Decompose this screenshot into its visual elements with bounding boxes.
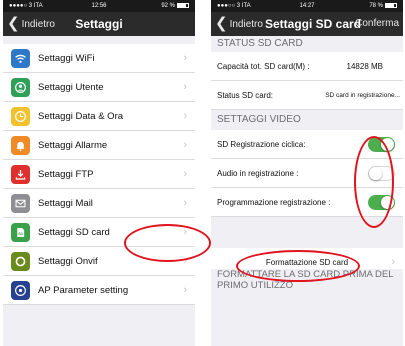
settings-item-label: Settaggi SD card <box>38 226 110 238</box>
toggle-knob <box>369 167 382 180</box>
battery-label: 78 % <box>369 3 383 9</box>
settings-item-label: Settaggi Allarme <box>38 139 108 151</box>
chevron-right-icon: › <box>183 255 187 267</box>
toggle-knob <box>381 196 394 209</box>
chevron-right-icon: › <box>183 110 187 122</box>
toggle-row-audio: Audio in registrazione : <box>211 159 403 188</box>
chevron-right-icon: › <box>183 168 187 180</box>
format-sd-button[interactable]: Formattazione SD card <box>266 258 348 267</box>
chevron-right-icon: › <box>183 284 187 296</box>
sd-status-value: SD card in registrazione... <box>325 92 400 99</box>
battery-status: 78 % <box>369 0 397 12</box>
settings-item-label: Settaggi FTP <box>38 168 94 180</box>
confirm-button[interactable]: Conferma <box>355 12 399 36</box>
settings-item-sd-card[interactable]: SD Settaggi SD card › <box>3 218 195 247</box>
settings-list: Settaggi WiFi › Settaggi Utente › Settaggi D… <box>3 44 195 305</box>
toggle-label: SD Registrazione ciclica: <box>217 139 306 149</box>
battery-icon <box>385 2 397 8</box>
chevron-right-icon: › <box>183 139 187 151</box>
chevron-right-icon: › <box>183 81 187 93</box>
spacer <box>211 217 403 242</box>
section-header-status: STATUS SD CARD <box>211 36 403 52</box>
svg-text:SD: SD <box>18 231 23 235</box>
settings-item-label: Settaggi Data & Ora <box>38 110 124 122</box>
settings-item-clock[interactable]: Settaggi Data & Ora › <box>3 102 195 131</box>
settings-item-download[interactable]: Settaggi FTP › <box>3 160 195 189</box>
settings-item-mail[interactable]: Settaggi Mail › <box>3 189 195 218</box>
section-header-video: SETTAGGI VIDEO <box>211 110 403 130</box>
settings-item-label: Settaggi Utente <box>38 81 104 93</box>
settings-item-label: AP Parameter setting <box>38 284 129 296</box>
wifi-icon <box>11 48 30 68</box>
toggle-label: Audio in registrazione : <box>217 168 299 178</box>
chevron-right-icon: › <box>183 197 187 209</box>
onvif-icon <box>11 251 30 271</box>
settings-item-label: Settaggi Onvif <box>38 255 98 267</box>
capacity-label: Capacità tot. SD card(M) : <box>217 61 310 71</box>
chevron-right-icon: › <box>183 52 187 64</box>
toggle-label: Programmazione registrazione : <box>217 197 331 207</box>
left-screen: ●●●●○ 3 ITA 12:56 92 % ❮ Indietro Settagg… <box>3 0 195 346</box>
right-screen: ●●●○○ 3 ITA 14:27 78 % ❮ Indietro Settagg… <box>211 0 403 346</box>
nav-bar: ❮ Indietro Settaggi SD card Conferma <box>211 12 403 36</box>
sd-status-label: Status SD card: <box>217 90 274 100</box>
mail-icon <box>11 193 30 213</box>
toggle-row-schedule: Programmazione registrazione : <box>211 188 403 217</box>
settings-item-ap[interactable]: AP Parameter setting › <box>3 276 195 305</box>
sd-card-icon: SD <box>11 222 30 242</box>
toggle-row-cyclic: SD Registrazione ciclica: <box>211 130 403 159</box>
settings-item-label: Settaggi WiFi <box>38 52 95 64</box>
nav-bar: ❮ Indietro Settaggi <box>3 12 195 36</box>
capacity-row: Capacità tot. SD card(M) : 14828 MB <box>211 52 403 81</box>
bell-icon <box>11 135 30 155</box>
format-note: FORMATTARE LA SD CARD PRIMA DEL PRIMO UT… <box>211 269 403 291</box>
settings-item-user[interactable]: Settaggi Utente › <box>3 73 195 102</box>
battery-status: 92 % <box>161 0 189 12</box>
ap-icon <box>11 280 30 300</box>
schedule-recording-toggle[interactable] <box>368 195 395 210</box>
battery-icon <box>177 2 189 8</box>
settings-item-onvif[interactable]: Settaggi Onvif › <box>3 247 195 276</box>
sd-status-row: Status SD card: SD card in registrazione… <box>211 81 403 110</box>
clock-icon <box>11 106 30 126</box>
toggle-knob <box>381 138 394 151</box>
cyclic-recording-toggle[interactable] <box>368 137 395 152</box>
status-bar: ●●●●○ 3 ITA 12:56 92 % <box>3 0 195 12</box>
download-icon <box>11 164 30 184</box>
user-icon <box>11 77 30 97</box>
chevron-right-icon: › <box>183 226 187 238</box>
audio-recording-toggle[interactable] <box>368 166 395 181</box>
status-bar: ●●●○○ 3 ITA 14:27 78 % <box>211 0 403 12</box>
settings-item-bell[interactable]: Settaggi Allarme › <box>3 131 195 160</box>
page-title: Settaggi <box>75 17 123 31</box>
settings-item-label: Settaggi Mail <box>38 197 93 209</box>
battery-label: 92 % <box>161 3 175 9</box>
settings-item-wifi[interactable]: Settaggi WiFi › <box>3 44 195 73</box>
capacity-value: 14828 MB <box>346 62 383 71</box>
